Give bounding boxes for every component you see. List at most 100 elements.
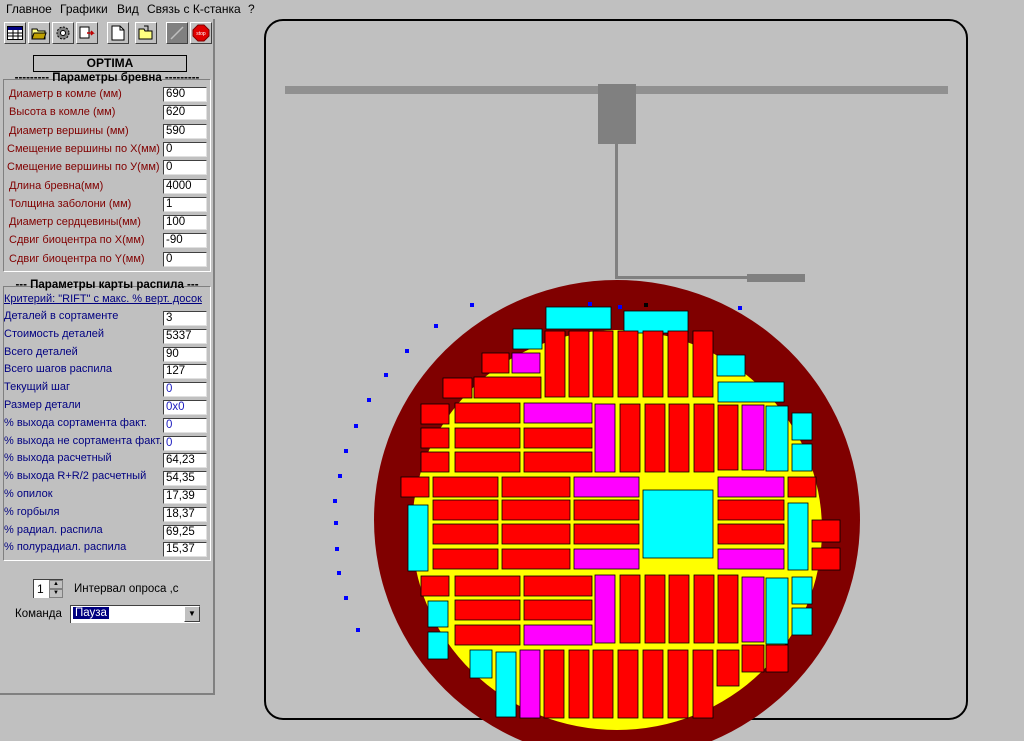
board bbox=[811, 547, 841, 571]
board bbox=[481, 352, 510, 374]
board-magenta bbox=[741, 404, 765, 471]
board bbox=[692, 330, 714, 398]
board-cyan bbox=[427, 600, 449, 628]
cut-marker bbox=[588, 302, 592, 306]
board bbox=[573, 499, 640, 521]
board bbox=[420, 427, 450, 449]
board bbox=[717, 404, 739, 471]
board bbox=[642, 330, 664, 398]
board bbox=[717, 523, 785, 545]
board-cyan bbox=[427, 631, 449, 660]
board-magenta bbox=[594, 574, 616, 644]
board bbox=[668, 574, 690, 644]
board-magenta bbox=[511, 352, 541, 374]
board-magenta bbox=[717, 476, 785, 498]
board-cyan bbox=[545, 306, 612, 330]
board bbox=[716, 649, 740, 687]
board-cyan bbox=[791, 412, 813, 441]
board-cyan bbox=[791, 576, 813, 605]
saw-arm bbox=[615, 144, 618, 279]
board bbox=[617, 330, 639, 398]
board bbox=[644, 574, 666, 644]
cutting-map-canvas bbox=[264, 19, 968, 741]
cut-marker bbox=[405, 349, 409, 353]
board bbox=[501, 499, 571, 521]
board bbox=[693, 574, 715, 644]
board-cyan bbox=[791, 443, 813, 472]
board bbox=[811, 519, 841, 543]
board-magenta bbox=[523, 402, 593, 424]
board bbox=[642, 649, 664, 719]
board-cyan bbox=[495, 651, 517, 718]
board bbox=[523, 427, 593, 449]
cut-marker bbox=[333, 499, 337, 503]
board bbox=[501, 476, 571, 498]
board bbox=[442, 377, 473, 399]
board bbox=[668, 403, 690, 473]
board-cyan bbox=[407, 504, 429, 572]
board bbox=[501, 548, 571, 570]
board bbox=[523, 575, 593, 597]
board-cyan bbox=[512, 328, 543, 350]
board bbox=[568, 649, 590, 719]
board bbox=[644, 403, 666, 473]
cut-marker bbox=[337, 571, 341, 575]
cut-marker bbox=[644, 303, 648, 307]
cut-marker bbox=[470, 303, 474, 307]
cut-marker bbox=[434, 324, 438, 328]
board-magenta bbox=[573, 476, 640, 498]
board bbox=[454, 575, 521, 597]
cut-marker bbox=[367, 398, 371, 402]
board-magenta bbox=[594, 403, 616, 473]
board bbox=[617, 649, 639, 719]
board bbox=[544, 330, 566, 398]
cut-marker bbox=[334, 521, 338, 525]
board-cyan bbox=[765, 405, 789, 472]
board bbox=[454, 451, 521, 473]
board-magenta bbox=[717, 548, 785, 570]
board bbox=[667, 330, 689, 398]
cut-marker bbox=[356, 628, 360, 632]
board bbox=[667, 649, 689, 719]
cut-marker bbox=[344, 449, 348, 453]
cut-marker bbox=[384, 373, 388, 377]
board bbox=[432, 548, 499, 570]
board bbox=[420, 451, 450, 473]
board bbox=[432, 499, 499, 521]
board bbox=[592, 330, 614, 398]
board bbox=[454, 624, 521, 646]
board bbox=[473, 376, 542, 399]
cut-marker bbox=[335, 547, 339, 551]
board-magenta bbox=[573, 548, 640, 570]
board bbox=[523, 451, 593, 473]
cut-marker bbox=[338, 474, 342, 478]
board-cyan bbox=[787, 502, 809, 571]
cut-marker bbox=[354, 424, 358, 428]
board bbox=[741, 644, 765, 673]
board bbox=[432, 523, 499, 545]
board bbox=[501, 523, 571, 545]
board-magenta bbox=[741, 576, 765, 643]
board bbox=[765, 644, 789, 673]
board bbox=[787, 476, 817, 498]
board-cyan bbox=[791, 607, 813, 636]
board bbox=[454, 402, 521, 424]
board bbox=[693, 403, 715, 473]
board-magenta bbox=[519, 649, 541, 719]
board-cyan bbox=[765, 577, 789, 645]
board bbox=[432, 476, 499, 498]
board-core bbox=[642, 489, 714, 559]
saw-blade bbox=[747, 274, 805, 282]
cut-marker bbox=[344, 596, 348, 600]
board bbox=[400, 476, 430, 498]
board bbox=[420, 403, 450, 425]
board-cyan bbox=[469, 649, 493, 679]
board bbox=[619, 403, 641, 473]
board bbox=[543, 649, 565, 719]
board-cyan bbox=[717, 381, 785, 403]
board bbox=[454, 599, 521, 621]
board bbox=[523, 599, 593, 621]
board bbox=[454, 427, 521, 449]
board bbox=[692, 649, 714, 719]
board-magenta bbox=[523, 624, 593, 646]
